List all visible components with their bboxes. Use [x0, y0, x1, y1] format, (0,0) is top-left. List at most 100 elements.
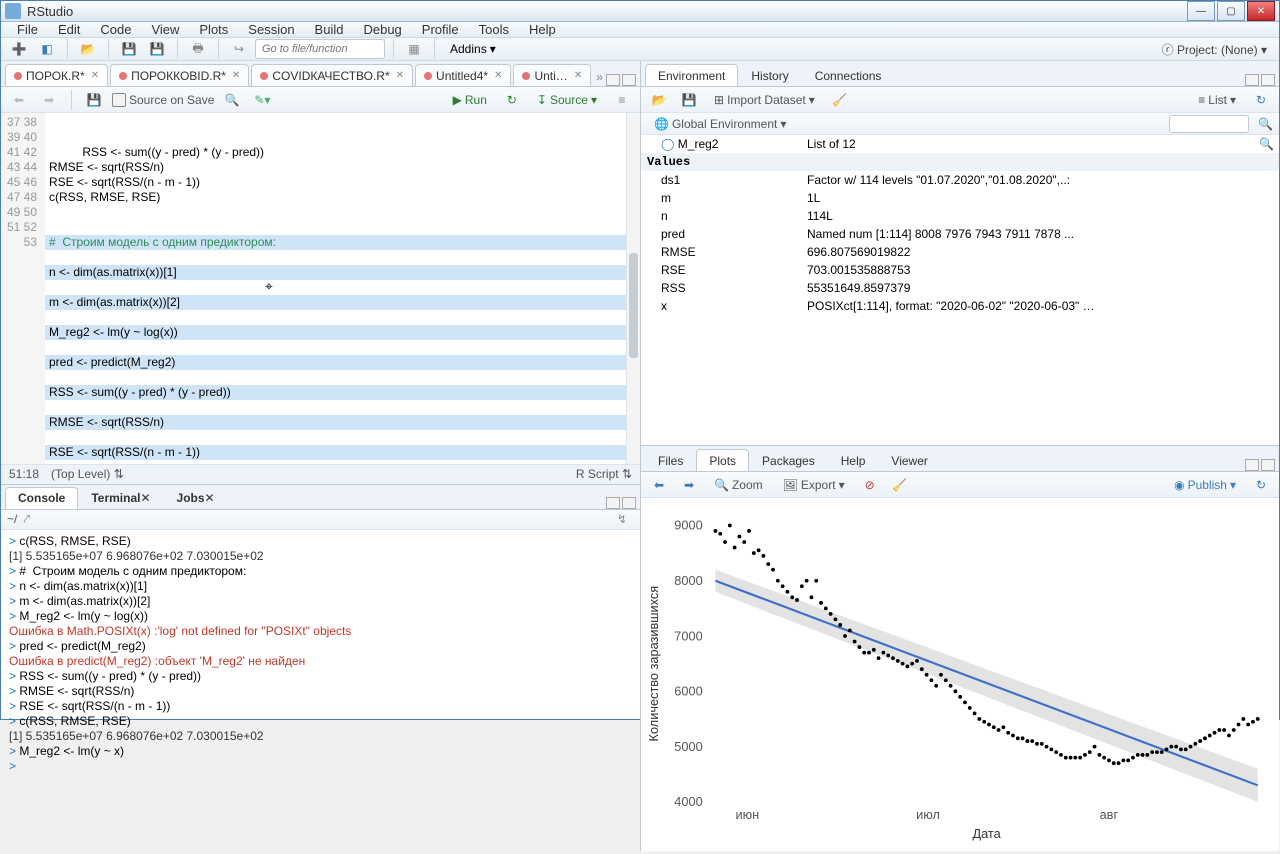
- min-pane-icon[interactable]: [1245, 459, 1259, 471]
- env-tab-history[interactable]: History: [738, 64, 801, 86]
- find-icon[interactable]: 🔍: [220, 89, 244, 111]
- new-project-button[interactable]: ◧: [35, 38, 59, 60]
- zoom-button[interactable]: 🔍 Zoom: [707, 476, 770, 494]
- env-tab-environment[interactable]: Environment: [645, 64, 738, 86]
- grid-icon[interactable]: ▦: [402, 38, 426, 60]
- outline-icon[interactable]: ≡: [610, 89, 634, 111]
- editor-tab[interactable]: Unti…✕: [513, 64, 591, 86]
- scope-label[interactable]: (Top Level) ⇅: [51, 467, 124, 481]
- export-menu[interactable]: 🖼 Export ▾: [776, 476, 852, 494]
- tab-nav-icon[interactable]: »: [593, 68, 606, 86]
- console-output[interactable]: > c(RSS, RMSE, RSE)[1] 5.535165e+07 6.96…: [1, 530, 640, 851]
- plots-tab-help[interactable]: Help: [828, 449, 879, 471]
- plots-tab-packages[interactable]: Packages: [749, 449, 828, 471]
- min-pane-icon[interactable]: [606, 74, 620, 86]
- import-dataset-menu[interactable]: ⊞ Import Dataset ▾: [707, 91, 822, 109]
- refresh-env-icon[interactable]: ↻: [1249, 89, 1273, 111]
- max-pane-icon[interactable]: [622, 74, 636, 86]
- menu-profile[interactable]: Profile: [412, 22, 469, 37]
- min-pane-icon[interactable]: [1245, 74, 1259, 86]
- plots-tab-files[interactable]: Files: [645, 449, 696, 471]
- plots-tab-viewer[interactable]: Viewer: [878, 449, 940, 471]
- remove-plot-icon[interactable]: ⊘: [858, 474, 882, 496]
- addins-menu[interactable]: Addins ▾: [443, 40, 503, 58]
- editor-tab[interactable]: ПОРОККОВID.R*✕: [110, 64, 249, 86]
- save-env-icon[interactable]: 💾: [677, 89, 701, 111]
- publish-menu[interactable]: ◉ Publish ▾: [1167, 476, 1243, 494]
- broom-icon[interactable]: 🧹: [828, 89, 852, 111]
- back-icon[interactable]: ⬅: [7, 89, 31, 111]
- close-tab-icon[interactable]: ✕: [91, 70, 99, 81]
- editor-tab[interactable]: ПОРОК.R*✕: [5, 64, 108, 86]
- project-menu[interactable]: ⓡ Project: (None) ▾: [1162, 41, 1273, 58]
- editor-tab[interactable]: COVIDКАЧЕСТВО.R* ✕: [251, 64, 413, 86]
- min-pane-icon[interactable]: [606, 497, 620, 509]
- rerun-icon[interactable]: ↻: [500, 89, 524, 111]
- max-pane-icon[interactable]: [1261, 459, 1275, 471]
- console-tab-terminal[interactable]: Terminal ✕: [78, 487, 163, 509]
- env-row[interactable]: xPOSIXct[1:114], format: "2020-06-02" "2…: [641, 297, 1279, 315]
- console-tab-jobs[interactable]: Jobs ✕: [164, 487, 228, 509]
- goto-file-input[interactable]: [255, 39, 385, 59]
- menu-code[interactable]: Code: [90, 22, 141, 37]
- menu-plots[interactable]: Plots: [189, 22, 238, 37]
- maximize-button[interactable]: ▢: [1217, 1, 1245, 21]
- env-row[interactable]: RMSE696.807569019822: [641, 243, 1279, 261]
- save-all-button[interactable]: 💾: [145, 38, 169, 60]
- close-tab-icon[interactable]: ✕: [232, 70, 240, 81]
- menu-view[interactable]: View: [141, 22, 189, 37]
- menu-build[interactable]: Build: [305, 22, 354, 37]
- language-label[interactable]: R Script ⇅: [576, 467, 632, 481]
- menu-tools[interactable]: Tools: [469, 22, 519, 37]
- env-row[interactable]: m1L: [641, 189, 1279, 207]
- source-button[interactable]: ↧ Source ▾: [530, 91, 604, 109]
- close-tab-icon[interactable]: ✕: [205, 491, 215, 505]
- close-tab-icon[interactable]: ✕: [494, 70, 502, 81]
- print-button[interactable]: 🖶: [186, 38, 210, 60]
- run-button[interactable]: ▶ Run: [446, 91, 494, 109]
- env-row[interactable]: ◯ M_reg2List of 12🔍: [641, 135, 1279, 153]
- clear-plots-icon[interactable]: 🧹: [888, 474, 912, 496]
- source-on-save-checkbox[interactable]: Source on Save: [112, 93, 214, 107]
- close-button[interactable]: ✕: [1247, 1, 1275, 21]
- env-table[interactable]: ◯ M_reg2List of 12🔍Valuesds1Factor w/ 11…: [641, 135, 1279, 445]
- max-pane-icon[interactable]: [1261, 74, 1275, 86]
- close-tab-icon[interactable]: ✕: [140, 491, 150, 505]
- env-row[interactable]: RSE703.001535888753: [641, 261, 1279, 279]
- save-source-icon[interactable]: 💾: [82, 89, 106, 111]
- list-view-menu[interactable]: ≡ List ▾: [1191, 91, 1243, 109]
- next-plot-icon[interactable]: ➡: [677, 474, 701, 496]
- scrollbar[interactable]: [626, 113, 640, 464]
- refresh-plot-icon[interactable]: ↻: [1249, 474, 1273, 496]
- close-tab-icon[interactable]: ✕: [574, 70, 582, 81]
- close-tab-icon[interactable]: ✕: [396, 70, 404, 81]
- plots-tab-plots[interactable]: Plots: [696, 449, 749, 471]
- wand-icon[interactable]: ✎▾: [250, 89, 274, 111]
- menu-file[interactable]: File: [7, 22, 48, 37]
- menu-debug[interactable]: Debug: [353, 22, 411, 37]
- env-search-input[interactable]: [1169, 115, 1249, 133]
- code-editor[interactable]: 37 38 39 40 41 42 43 44 45 46 47 48 49 5…: [1, 113, 640, 464]
- tab-label: COVIDКАЧЕСТВО.R*: [272, 69, 389, 83]
- scope-menu[interactable]: 🌐 Global Environment ▾: [647, 115, 793, 133]
- env-row[interactable]: ds1Factor w/ 114 levels "01.07.2020","01…: [641, 171, 1279, 189]
- open-file-button[interactable]: 📂: [76, 38, 100, 60]
- prev-plot-icon[interactable]: ⬅: [647, 474, 671, 496]
- minimize-button[interactable]: —: [1187, 1, 1215, 21]
- fwd-icon[interactable]: ➡: [37, 89, 61, 111]
- env-row[interactable]: RSS55351649.8597379: [641, 279, 1279, 297]
- load-icon[interactable]: 📂: [647, 89, 671, 111]
- env-tab-connections[interactable]: Connections: [802, 64, 895, 86]
- svg-text:авг: авг: [1100, 807, 1119, 822]
- console-tab-console[interactable]: Console: [5, 487, 78, 509]
- save-button[interactable]: 💾: [117, 38, 141, 60]
- new-file-button[interactable]: ➕: [7, 38, 31, 60]
- menu-help[interactable]: Help: [519, 22, 566, 37]
- max-pane-icon[interactable]: [622, 497, 636, 509]
- editor-tab[interactable]: Untitled4*✕: [415, 64, 511, 86]
- clear-console-icon[interactable]: ↯: [610, 508, 634, 530]
- menu-session[interactable]: Session: [238, 22, 304, 37]
- env-row[interactable]: n114L: [641, 207, 1279, 225]
- env-row[interactable]: predNamed num [1:114] 8008 7976 7943 791…: [641, 225, 1279, 243]
- menu-edit[interactable]: Edit: [48, 22, 90, 37]
